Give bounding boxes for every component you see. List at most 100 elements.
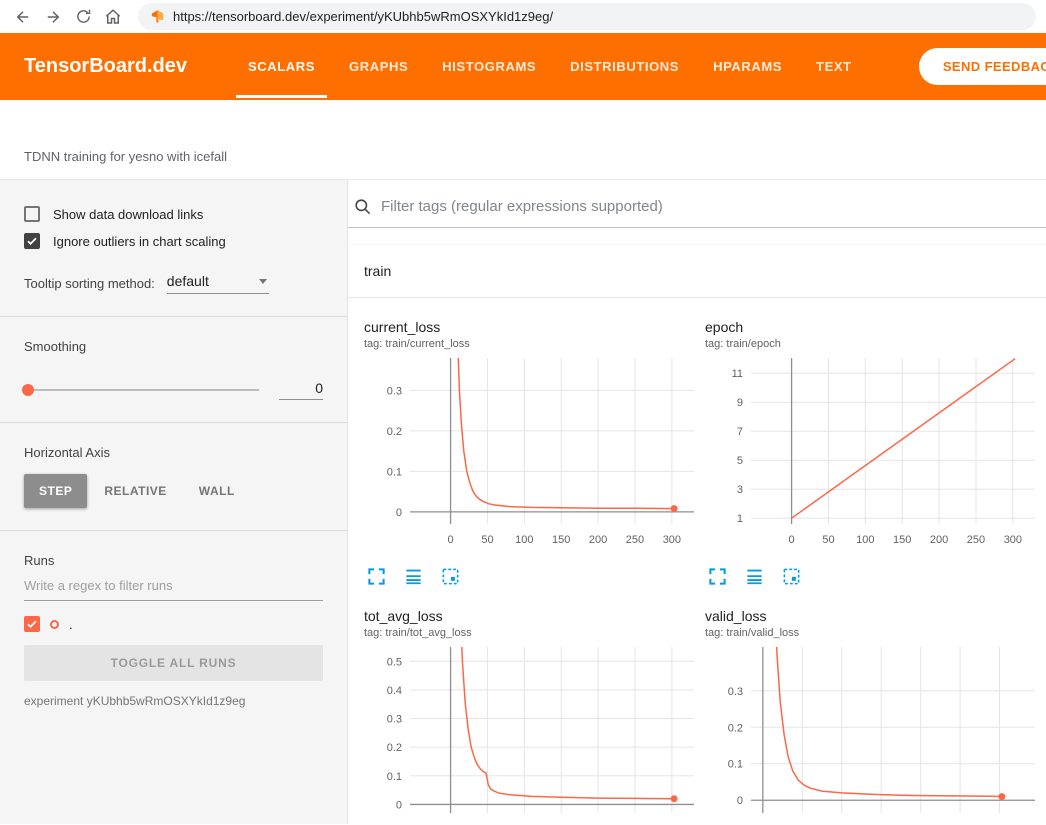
fit-domain-icon[interactable] <box>441 567 461 587</box>
horizontal-axis-buttons: STEPRELATIVEWALL <box>24 474 323 508</box>
fullscreen-icon[interactable] <box>708 567 728 587</box>
send-feedback-button[interactable]: SEND FEEDBACK <box>919 48 1046 85</box>
run-color-swatch <box>50 620 59 629</box>
run-row[interactable]: . <box>24 616 323 632</box>
svg-text:0.3: 0.3 <box>728 686 743 698</box>
svg-text:50: 50 <box>481 534 493 546</box>
horizontal-axis-label: Horizontal Axis <box>24 445 323 460</box>
chart-plot-valid_loss[interactable]: 5010015020025030000.10.20.3 <box>705 641 1038 824</box>
svg-text:100: 100 <box>856 534 874 546</box>
svg-text:150: 150 <box>552 534 570 546</box>
back-icon[interactable] <box>10 4 36 30</box>
svg-text:50: 50 <box>822 534 834 546</box>
divider <box>0 316 347 317</box>
tensorboard-favicon <box>150 9 165 24</box>
tab-text[interactable]: TEXT <box>799 33 869 100</box>
log-scale-icon[interactable] <box>404 567 424 587</box>
chart-plot-tot_avg_loss[interactable]: 05010015020025030000.10.20.30.40.5 <box>364 641 697 824</box>
filter-tags-row <box>348 197 1046 228</box>
train-section-header[interactable]: train <box>348 245 1046 298</box>
svg-text:0.3: 0.3 <box>387 385 402 397</box>
chart-toolbar <box>367 567 697 587</box>
svg-text:11: 11 <box>732 368 743 380</box>
svg-text:200: 200 <box>589 823 607 824</box>
svg-text:0.2: 0.2 <box>387 742 402 754</box>
axis-button-wall[interactable]: WALL <box>184 474 250 508</box>
axis-button-relative[interactable]: RELATIVE <box>89 474 181 508</box>
show-download-links-label: Show data download links <box>53 207 203 222</box>
chart-title: epoch <box>705 319 1038 335</box>
chart-title: current_loss <box>364 319 697 335</box>
fullscreen-icon[interactable] <box>367 567 387 587</box>
charts-grid: current_losstag: train/current_loss05010… <box>348 298 1046 824</box>
chart-toolbar <box>708 567 1038 587</box>
address-bar[interactable]: https://tensorboard.dev/experiment/yKUbh… <box>138 3 1036 30</box>
tooltip-sorting-row: Tooltip sorting method: default <box>24 273 323 294</box>
tooltip-sorting-dropdown[interactable]: default <box>167 273 269 294</box>
content: Show data download links Ignore outliers… <box>0 180 1046 824</box>
svg-text:0.2: 0.2 <box>728 722 743 734</box>
svg-text:0: 0 <box>789 534 795 546</box>
refresh-icon[interactable] <box>70 4 96 30</box>
tooltip-sorting-label: Tooltip sorting method: <box>24 276 155 291</box>
chart-tag: tag: train/epoch <box>705 338 1038 350</box>
ignore-outliers-label: Ignore outliers in chart scaling <box>53 234 226 249</box>
tab-histograms[interactable]: HISTOGRAMS <box>425 33 553 100</box>
tab-scalars[interactable]: SCALARS <box>231 33 332 100</box>
chart-card-epoch: epochtag: train/epoch0501001502002503001… <box>705 310 1038 599</box>
chart-title: tot_avg_loss <box>364 608 697 624</box>
tab-graphs[interactable]: GRAPHS <box>332 33 425 100</box>
svg-text:200: 200 <box>911 823 929 824</box>
smoothing-slider-thumb[interactable] <box>22 384 34 396</box>
show-download-links-row[interactable]: Show data download links <box>24 206 323 222</box>
ignore-outliers-row[interactable]: Ignore outliers in chart scaling <box>24 233 323 249</box>
tab-hparams[interactable]: HPARAMS <box>696 33 799 100</box>
nav-tabs: SCALARSGRAPHSHISTOGRAMSDISTRIBUTIONSHPAR… <box>231 33 869 100</box>
url-text: https://tensorboard.dev/experiment/yKUbh… <box>173 9 553 24</box>
svg-text:250: 250 <box>951 823 969 824</box>
svg-text:250: 250 <box>626 534 644 546</box>
app-title[interactable]: TensorBoard.dev <box>24 55 187 78</box>
svg-text:5: 5 <box>737 455 743 467</box>
chart-plot-current_loss[interactable]: 05010015020025030000.10.20.3 <box>364 352 697 557</box>
log-scale-icon[interactable] <box>745 567 765 587</box>
run-checkbox[interactable] <box>24 616 40 632</box>
smoothing-value[interactable]: 0 <box>279 380 323 400</box>
browser-chrome: https://tensorboard.dev/experiment/yKUbh… <box>0 0 1046 33</box>
divider <box>0 530 347 531</box>
chart-card-tot_avg_loss: tot_avg_losstag: train/tot_avg_loss05010… <box>364 599 697 824</box>
chevron-down-icon <box>259 279 267 284</box>
svg-text:0: 0 <box>448 823 454 824</box>
svg-text:150: 150 <box>872 823 890 824</box>
axis-button-step[interactable]: STEP <box>24 474 87 508</box>
svg-text:0.3: 0.3 <box>387 714 402 726</box>
svg-text:100: 100 <box>515 534 533 546</box>
svg-text:300: 300 <box>990 823 1008 824</box>
tab-distributions[interactable]: DISTRIBUTIONS <box>553 33 696 100</box>
endpoint-dot <box>671 505 678 512</box>
chart-title: valid_loss <box>705 608 1038 624</box>
filter-tags-input[interactable] <box>381 198 1046 215</box>
fit-domain-icon[interactable] <box>782 567 802 587</box>
svg-text:100: 100 <box>515 823 533 824</box>
home-icon[interactable] <box>100 4 126 30</box>
run-name: . <box>69 617 73 632</box>
svg-text:0.2: 0.2 <box>387 426 402 438</box>
svg-text:1: 1 <box>737 513 743 525</box>
svg-text:0.4: 0.4 <box>387 685 402 697</box>
runs-filter-input[interactable] <box>24 568 323 601</box>
ignore-outliers-checkbox[interactable] <box>24 233 40 249</box>
app-header: TensorBoard.dev SCALARSGRAPHSHISTOGRAMSD… <box>0 33 1046 100</box>
svg-text:200: 200 <box>589 534 607 546</box>
show-download-links-checkbox[interactable] <box>24 206 40 222</box>
forward-icon[interactable] <box>40 4 66 30</box>
smoothing-slider[interactable] <box>24 389 259 391</box>
svg-text:7: 7 <box>737 426 743 438</box>
svg-text:9: 9 <box>737 397 743 409</box>
smoothing-row: 0 <box>24 380 323 400</box>
toggle-all-runs-button[interactable]: TOGGLE ALL RUNS <box>24 645 323 681</box>
chart-plot-epoch[interactable]: 0501001502002503001357911 <box>705 352 1038 557</box>
svg-text:300: 300 <box>1004 534 1022 546</box>
endpoint-dot <box>671 795 678 802</box>
svg-text:0.1: 0.1 <box>387 771 402 783</box>
